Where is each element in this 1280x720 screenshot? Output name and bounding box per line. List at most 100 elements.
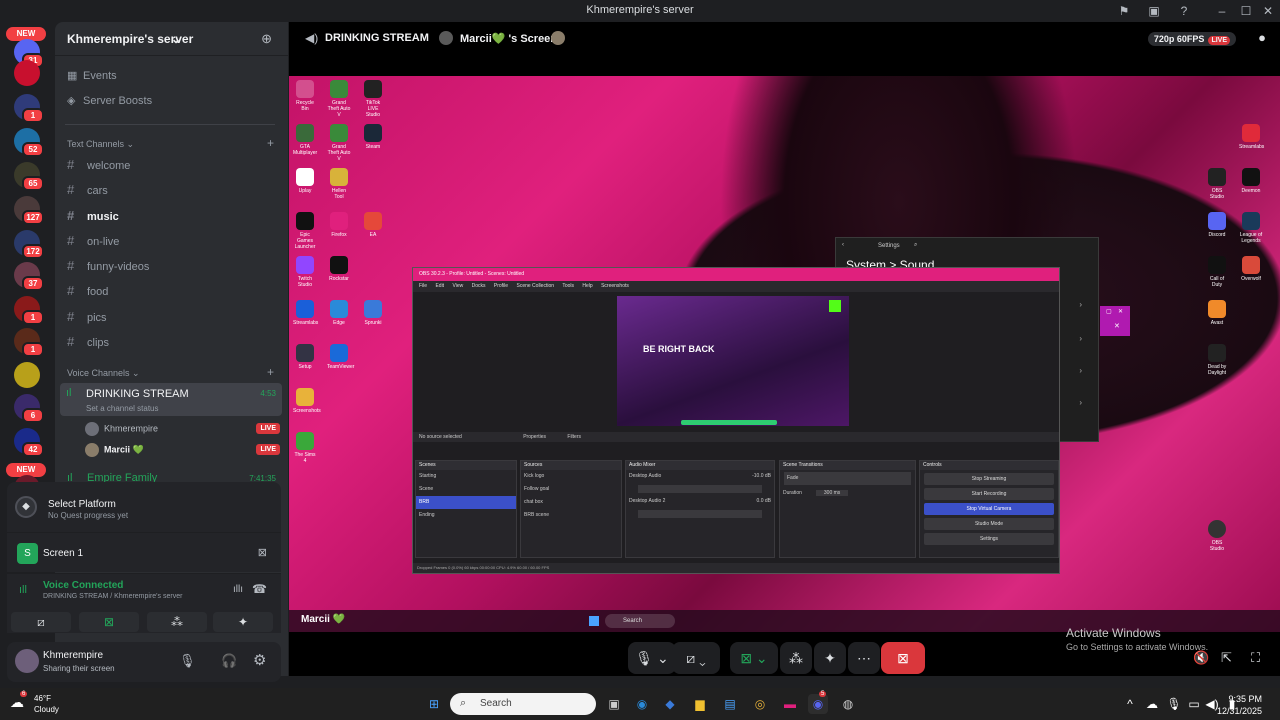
volume-mute-icon[interactable]: 🔇 — [1193, 650, 1209, 666]
server-icon[interactable] — [14, 60, 40, 86]
menu-docks[interactable]: Docks — [472, 283, 486, 289]
restore-icon[interactable]: ▢ — [1106, 308, 1112, 315]
screen-share-bar[interactable]: S Screen 1 ⊠ — [7, 532, 281, 572]
voice-category[interactable]: Voice Channels ⌄ — [67, 368, 140, 379]
volume-meter[interactable] — [638, 485, 762, 493]
microphone-icon[interactable]: 🎙 — [1164, 694, 1184, 714]
maximize-icon[interactable]: ☐ — [1238, 3, 1254, 19]
server-icon[interactable]: 172 — [14, 230, 44, 259]
stop-share-icon[interactable]: ⊠ — [258, 546, 267, 559]
discord-icon[interactable]: ◉ — [808, 694, 828, 714]
desktop-icon[interactable]: Overwolf — [1239, 256, 1263, 282]
task-view-icon[interactable]: ▣ — [604, 694, 624, 714]
taskbar-search[interactable]: Search — [450, 693, 596, 715]
chat-icon[interactable]: ● — [1258, 30, 1266, 45]
desktop-icon[interactable]: OBS Studio — [1205, 520, 1229, 552]
chevron-right-icon[interactable]: › — [1079, 300, 1082, 309]
channel-funny-videos[interactable]: # funny-videos — [67, 258, 149, 273]
screen-share-button[interactable]: ⊠ ⌄ — [730, 642, 778, 674]
properties-button[interactable]: Properties — [523, 434, 546, 440]
server-icon[interactable]: 1 — [14, 328, 44, 357]
minimize-icon[interactable]: – — [1214, 3, 1230, 19]
inbox-icon[interactable]: ⚑ — [1116, 3, 1132, 19]
channel-clips[interactable]: # clips — [67, 334, 109, 349]
settings-button[interactable]: Settings — [924, 533, 1054, 545]
source-item[interactable]: chat box — [521, 496, 621, 509]
server-icon[interactable]: 37 — [14, 262, 44, 291]
voice-user[interactable]: Khmerempire — [85, 422, 158, 436]
source-item[interactable]: BRB scene — [521, 509, 621, 522]
monitor-icon[interactable]: ▭ — [1184, 694, 1204, 714]
chrome-icon[interactable]: ◎ — [750, 694, 770, 714]
desktop-icon[interactable]: TikTok LIVE Studio — [361, 80, 385, 118]
text-category[interactable]: Text Channels ⌄ — [67, 139, 134, 150]
microphone-icon[interactable]: 🎙 — [179, 653, 196, 669]
desktop-icon[interactable]: Firefox — [327, 212, 351, 238]
file-explorer-icon[interactable]: ▆ — [690, 694, 710, 714]
more-options-button[interactable]: ⋯ — [848, 642, 880, 674]
desktop-icon[interactable]: Twitch Studio — [293, 256, 317, 288]
desktop-icon[interactable]: Edge — [327, 300, 351, 326]
server-icon[interactable]: 52 — [14, 128, 44, 157]
channel-status[interactable]: Set a channel status — [86, 404, 159, 413]
menu-edit[interactable]: Edit — [435, 283, 444, 289]
stop-virtual-camera-button[interactable]: Stop Virtual Camera — [924, 503, 1054, 515]
obs-icon[interactable]: ◍ — [838, 694, 858, 714]
activities-button[interactable]: ⁂ — [780, 642, 812, 674]
channel-music[interactable]: # music — [67, 208, 119, 223]
server-icon[interactable]: 127 — [14, 196, 44, 225]
quest-panel[interactable]: ◆ Select Platform No Quest progress yet — [7, 482, 281, 532]
desktop-icon[interactable]: Rockstar — [327, 256, 351, 282]
volume-meter[interactable] — [638, 510, 762, 518]
server-icon[interactable]: 1 — [14, 296, 44, 325]
channel-food[interactable]: # food — [67, 283, 108, 298]
screen-icon[interactable]: ▣ — [1146, 3, 1162, 19]
desktop-icon[interactable]: Screenshots — [293, 388, 321, 414]
disconnect-icon[interactable]: ☎ — [252, 582, 267, 596]
server-header[interactable]: Khmerempire's server ⌄ ⊕ — [55, 22, 288, 56]
activities-button[interactable]: ⁂ — [147, 612, 207, 632]
desktop-icon[interactable]: EA — [361, 212, 385, 238]
scene-item[interactable]: Starting — [416, 470, 516, 483]
start-recording-button[interactable]: Start Recording — [924, 488, 1054, 500]
noise-suppression-icon[interactable]: ıllı — [233, 584, 243, 595]
menu-help[interactable]: Help — [582, 283, 592, 289]
desktop-icon[interactable]: Hellen Tool — [327, 168, 351, 200]
desktop-icon[interactable]: Streamlabs — [1239, 124, 1264, 150]
gear-icon[interactable]: ⚙ — [253, 651, 266, 669]
app-icon[interactable]: ◆ — [660, 694, 680, 714]
desktop-icon[interactable]: Streamlabs — [293, 300, 318, 326]
close-icon[interactable]: ✕ — [1114, 322, 1120, 330]
obs-preview[interactable]: BE RIGHT BACK — [617, 296, 849, 426]
server-icon[interactable]: 6 — [14, 394, 44, 423]
transition-select[interactable]: Fade — [784, 472, 911, 485]
scene-item[interactable]: Scene — [416, 483, 516, 496]
desktop-icon[interactable]: Steam — [361, 124, 385, 150]
back-icon[interactable]: ‹ — [842, 242, 844, 248]
headphones-icon[interactable]: 🎧 — [221, 653, 237, 669]
stop-stream-button[interactable]: ⊠ — [881, 642, 925, 674]
soundboard-button[interactable]: ✦ — [213, 612, 273, 632]
obs-window[interactable]: OBS 30.2.3 - Profile: Untitled - Scenes:… — [412, 267, 1060, 574]
menu-screenshots[interactable]: Screenshots — [601, 283, 629, 289]
desktop-icon[interactable]: GTA Multiplayer — [293, 124, 317, 156]
desktop-icon[interactable]: League of Legends — [1239, 212, 1263, 244]
desktop-icon[interactable]: Dead by Daylight — [1205, 344, 1229, 376]
channel-cars[interactable]: # cars — [67, 182, 108, 197]
server-icon[interactable] — [14, 362, 40, 388]
channel-on-live[interactable]: # on-live — [67, 233, 119, 248]
desktop-icon[interactable]: Epic Games Launcher — [293, 212, 317, 250]
menu-profile[interactable]: Profile — [494, 283, 508, 289]
menu-tools[interactable]: Tools — [562, 283, 574, 289]
desktop-icon[interactable]: Recycle Bin — [293, 80, 317, 112]
nav-events[interactable]: ▦ Events — [67, 69, 117, 82]
menu-scene-collection[interactable]: Scene Collection — [516, 283, 554, 289]
chevron-right-icon[interactable]: › — [1079, 366, 1082, 375]
desktop-icon[interactable]: Grand Theft Auto V — [327, 80, 351, 118]
source-item[interactable]: Follow goal — [521, 483, 621, 496]
desktop-icon[interactable]: Setup — [293, 344, 317, 370]
stream-quality[interactable]: 720p 60FPS LIVE — [1147, 32, 1236, 46]
desktop-icon[interactable]: Deemon — [1239, 168, 1263, 194]
filters-button[interactable]: Filters — [567, 434, 581, 440]
help-icon[interactable]: ? — [1176, 3, 1192, 19]
